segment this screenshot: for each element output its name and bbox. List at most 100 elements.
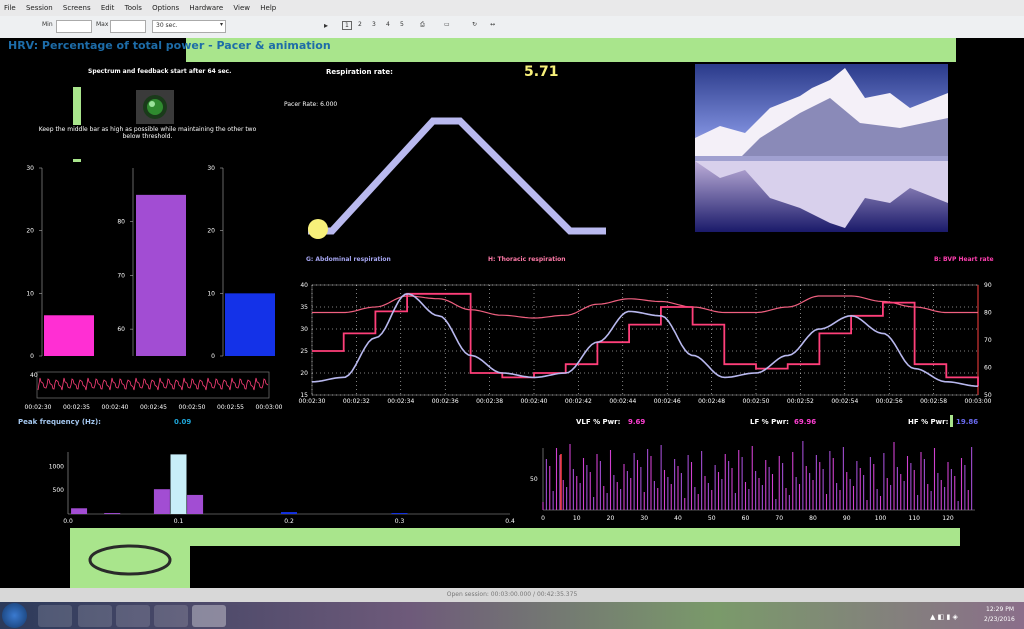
- spectrum-bar: [153, 489, 170, 514]
- bar-tick-middle: 80: [117, 219, 125, 226]
- menu-session[interactable]: Session: [22, 0, 57, 12]
- mountain-image: [695, 64, 948, 232]
- hist-x-tick: 60: [742, 515, 750, 522]
- hist-x-tick: 20: [607, 515, 615, 522]
- bvp-strip: 40: [30, 371, 270, 399]
- main-x-tick: 00:03:00: [965, 398, 992, 405]
- print-icon[interactable]: ⎙: [420, 21, 425, 29]
- bvp-time-tick: 00:02:45: [140, 404, 167, 411]
- bvp-time-tick: 00:02:55: [217, 404, 244, 411]
- spectrum-chart: [67, 452, 510, 515]
- bvp-time-tick: 00:02:40: [102, 404, 129, 411]
- tray-icons[interactable]: ▲ ◧ ▮ ◈: [930, 613, 958, 621]
- page-3-button[interactable]: 3: [372, 21, 376, 28]
- spectrum-y-tick: 1000: [49, 463, 64, 470]
- menu-view[interactable]: View: [229, 0, 254, 12]
- max-label: Max: [96, 21, 109, 28]
- arrows-icon[interactable]: ↔: [490, 21, 495, 28]
- menu-file[interactable]: File: [0, 0, 20, 12]
- chevron-down-icon: ▾: [219, 21, 223, 28]
- start-icon[interactable]: [2, 603, 27, 628]
- main-yright-tick: 90: [984, 282, 992, 289]
- screen-icon[interactable]: ▭: [444, 21, 450, 28]
- spectrum-bar: [281, 512, 297, 514]
- menu-edit[interactable]: Edit: [97, 0, 119, 12]
- feedback-bar-left: [44, 315, 94, 356]
- hist-x-tick: 40: [674, 515, 682, 522]
- main-yleft-tick: 40: [300, 282, 308, 289]
- main-x-tick: 00:02:32: [343, 398, 370, 405]
- menu-bar: File Session Screens Edit Tools Options …: [0, 0, 1024, 16]
- bar-tick-right: 0: [211, 353, 215, 360]
- bvp-time-tick: 00:02:35: [63, 404, 90, 411]
- hist-ytick: 50: [530, 476, 538, 483]
- main-yright-tick: 70: [984, 337, 992, 344]
- main-x-tick: 00:02:48: [698, 398, 725, 405]
- page-4-button[interactable]: 4: [386, 21, 390, 28]
- main-yright-tick: 60: [984, 365, 992, 372]
- main-yright-tick: 50: [984, 392, 992, 399]
- refresh-icon[interactable]: ↻: [472, 21, 477, 28]
- clock-date: 2/23/2016: [984, 616, 1015, 623]
- min-field[interactable]: [56, 20, 92, 33]
- max-field[interactable]: [110, 20, 146, 33]
- play-icon[interactable]: ▸: [324, 21, 328, 30]
- hist-x-tick: 0: [541, 515, 545, 522]
- main-x-tick: 00:02:30: [299, 398, 326, 405]
- hist-x-tick: 10: [573, 515, 581, 522]
- duration-select[interactable]: 30 sec. ▾: [152, 20, 226, 33]
- hist-x-tick: 110: [909, 515, 921, 522]
- ie-icon[interactable]: [116, 605, 150, 627]
- page-2-button[interactable]: 2: [358, 21, 362, 28]
- thoracic-series: [312, 292, 979, 387]
- main-x-tick: 00:02:36: [432, 398, 459, 405]
- bar-tick-left: 20: [26, 228, 34, 235]
- biograph-icon[interactable]: [192, 605, 226, 627]
- status-bar: Open session: 00:03:00.000 / 00:42:35.37…: [0, 588, 1024, 602]
- main-x-tick: 00:02:54: [831, 398, 858, 405]
- main-yleft-tick: 30: [300, 326, 308, 333]
- main-yleft-tick: 20: [300, 370, 308, 377]
- duration-value: 30 sec.: [156, 22, 178, 29]
- taskbar: ▲ ◧ ▮ ◈ 12:29 PM 2/23/2016: [0, 602, 1024, 629]
- menu-options[interactable]: Options: [148, 0, 183, 12]
- spectrum-bar: [187, 494, 204, 514]
- abdominal-series: [311, 293, 979, 387]
- spectrum-x-tick: 0.1: [174, 518, 184, 525]
- main-yright-tick: 80: [984, 310, 992, 317]
- menu-screens[interactable]: Screens: [59, 0, 95, 12]
- status-text: Open session: 00:03:00.000 / 00:42:35.37…: [446, 591, 578, 598]
- threshold-indicator: [73, 87, 81, 125]
- feedback-bar-right: [225, 293, 275, 356]
- feedback-lamp: [136, 90, 174, 124]
- bar-tick-middle: 70: [117, 272, 125, 279]
- hist-x-tick: 50: [708, 515, 716, 522]
- menu-hardware[interactable]: Hardware: [185, 0, 227, 12]
- main-chart: [311, 284, 979, 396]
- bar-tick-left: 30: [26, 165, 34, 172]
- spectrum-x-tick: 0.0: [63, 518, 73, 525]
- page-5-button[interactable]: 5: [400, 21, 404, 28]
- bar-tick-right: 30: [207, 165, 215, 172]
- main-yleft-tick: 25: [300, 348, 308, 355]
- main-yleft-tick: 15: [300, 392, 308, 399]
- bvp-time-tick: 00:03:00: [256, 404, 283, 411]
- spectrum-x-tick: 0.2: [284, 518, 294, 525]
- explorer-icon[interactable]: [38, 605, 72, 627]
- media-icon[interactable]: [78, 605, 112, 627]
- pacer-ball: [308, 219, 328, 239]
- spectrum-y-tick: 500: [53, 487, 65, 494]
- menu-tools[interactable]: Tools: [121, 0, 146, 12]
- firefox-icon[interactable]: [154, 605, 188, 627]
- main-x-tick: 00:02:38: [476, 398, 503, 405]
- bar-tick-right: 10: [207, 290, 215, 297]
- menu-help[interactable]: Help: [256, 0, 280, 12]
- page-1-button[interactable]: 1: [342, 21, 352, 30]
- watermark-logo: [88, 544, 172, 576]
- main-yleft-tick: 35: [300, 304, 308, 311]
- toolbar: Min Max 30 sec. ▾ ▸ 1 2 3 4 5 ⎙ ▭ ↻ ↔: [0, 16, 1024, 39]
- spectrum-bar: [71, 508, 88, 514]
- charts-svg: 30201008070603020100 40 00:02:30 00:02:35…: [25, 64, 992, 576]
- hist-x-tick: 100: [875, 515, 887, 522]
- screen-area: HRV: Percentage of total power - Pacer &…: [0, 38, 1024, 588]
